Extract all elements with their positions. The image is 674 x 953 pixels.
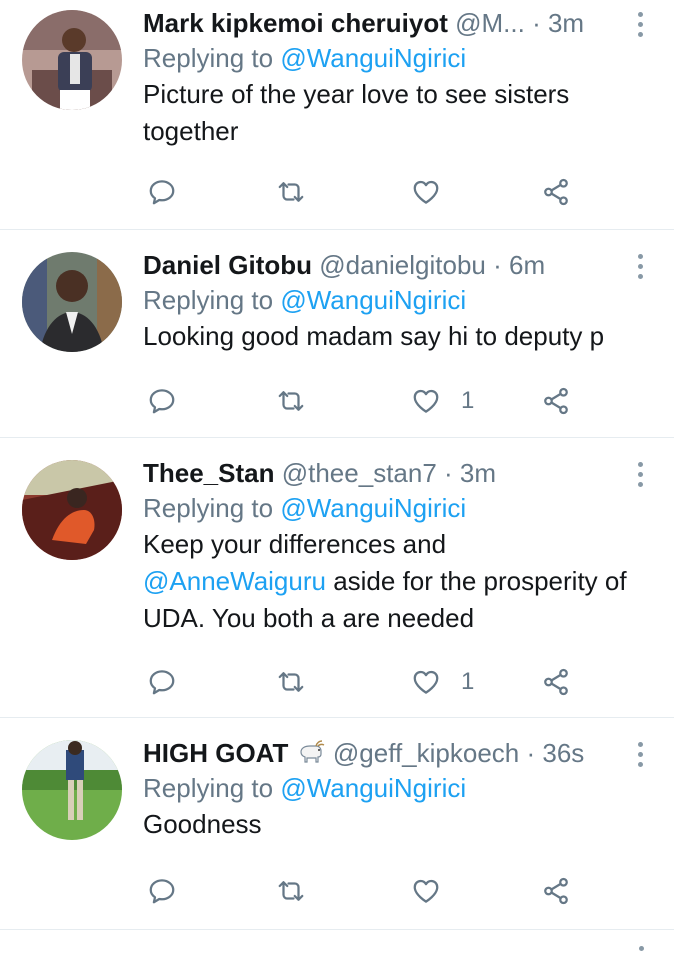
timestamp[interactable]: · 36s — [526, 738, 584, 768]
tweet-header: Daniel Gitobu @danielgitobu · 6m — [143, 248, 634, 282]
reply-icon — [149, 670, 175, 695]
like-button[interactable] — [411, 174, 461, 210]
share-button[interactable] — [541, 873, 571, 909]
avatar[interactable] — [22, 252, 122, 352]
retweet-button[interactable] — [276, 174, 326, 210]
retweet-button[interactable] — [276, 873, 326, 909]
display-name[interactable]: Mark kipkemoi cheruiyot — [143, 8, 448, 38]
tweet-reply[interactable]: HIGH GOAT @geff_kipkoech · 36s Replying … — [0, 718, 674, 930]
reply-icon — [149, 389, 175, 414]
user-handle[interactable]: @M... — [455, 8, 525, 38]
avatar[interactable] — [22, 740, 122, 840]
tweet-text: Looking good madam say hi to deputy p — [143, 321, 605, 351]
tweet-text-part: Keep your differences and — [143, 529, 447, 559]
heart-icon — [413, 879, 439, 903]
timestamp[interactable]: · 3m — [532, 8, 584, 38]
tweet-mention[interactable]: @AnneWaiguru — [143, 566, 326, 596]
retweet-button[interactable] — [276, 664, 326, 700]
like-button[interactable] — [411, 873, 461, 909]
tweet-actions: 1 — [143, 664, 603, 700]
like-count: 1 — [461, 668, 475, 695]
display-name[interactable]: Thee_Stan — [143, 458, 275, 488]
more-vertical-icon[interactable] — [639, 946, 644, 951]
goat-emoji-icon — [300, 740, 324, 763]
tweet-text: Picture of the year love to see sisters … — [143, 79, 570, 146]
share-icon — [544, 387, 568, 415]
tweet-header: Thee_Stan @thee_stan7 · 3m — [143, 456, 634, 490]
timestamp[interactable]: · 6m — [493, 250, 545, 280]
like-button[interactable]: 1 — [411, 383, 474, 419]
more-vertical-icon[interactable] — [638, 742, 644, 768]
reply-button[interactable] — [147, 873, 197, 909]
heart-icon — [413, 180, 439, 204]
like-button[interactable]: 1 — [411, 664, 474, 700]
user-handle[interactable]: @danielgitobu — [319, 250, 486, 280]
avatar[interactable] — [22, 460, 122, 560]
replying-to-label: Replying to — [143, 493, 274, 523]
display-name[interactable]: Daniel Gitobu — [143, 250, 312, 280]
avatar[interactable] — [22, 10, 122, 110]
share-button[interactable] — [541, 383, 571, 419]
next-tweet-partial[interactable] — [0, 930, 674, 953]
replying-to: Replying to @WanguiNgirici — [143, 770, 634, 806]
tweet-actions: 1 — [143, 383, 603, 419]
tweet-reply[interactable]: Thee_Stan @thee_stan7 · 3m Replying to @… — [0, 438, 674, 718]
reply-button[interactable] — [147, 174, 197, 210]
replying-to: Replying to @WanguiNgirici — [143, 40, 634, 76]
replying-to-mention[interactable]: @WanguiNgirici — [280, 43, 466, 73]
more-vertical-icon[interactable] — [638, 12, 644, 38]
more-vertical-icon[interactable] — [638, 462, 644, 488]
tweet-header: Mark kipkemoi cheruiyot @M... · 3m — [143, 6, 634, 40]
retweet-icon — [278, 182, 304, 202]
share-button[interactable] — [541, 174, 571, 210]
replying-to-mention[interactable]: @WanguiNgirici — [280, 493, 466, 523]
user-handle[interactable]: @thee_stan7 — [282, 458, 437, 488]
tweet-header: HIGH GOAT @geff_kipkoech · 36s — [143, 736, 634, 770]
replying-to-mention[interactable]: @WanguiNgirici — [280, 285, 466, 315]
heart-icon — [413, 389, 439, 413]
replying-to: Replying to @WanguiNgirici — [143, 282, 634, 318]
reply-button[interactable] — [147, 383, 197, 419]
share-icon — [544, 668, 568, 696]
tweet-text: Keep your differences and @AnneWaiguru a… — [143, 526, 638, 637]
like-count: 1 — [461, 387, 475, 414]
share-icon — [544, 877, 568, 905]
heart-icon — [413, 670, 439, 694]
tweet-actions — [143, 873, 603, 909]
share-icon — [544, 178, 568, 206]
replying-to-label: Replying to — [143, 773, 274, 803]
reply-button[interactable] — [147, 664, 197, 700]
tweet-text: Goodness — [143, 809, 262, 839]
retweet-icon — [278, 881, 304, 901]
retweet-button[interactable] — [276, 383, 326, 419]
retweet-icon — [278, 391, 304, 411]
timestamp[interactable]: · 3m — [444, 458, 496, 488]
tweet-reply[interactable]: Daniel Gitobu @danielgitobu · 6m Replyin… — [0, 230, 674, 438]
replying-to-label: Replying to — [143, 285, 274, 315]
tweet-actions — [143, 174, 603, 210]
tweet-reply[interactable]: Mark kipkemoi cheruiyot @M... · 3m Reply… — [0, 0, 674, 230]
display-name[interactable]: HIGH GOAT — [143, 738, 288, 768]
replying-to-mention[interactable]: @WanguiNgirici — [280, 773, 466, 803]
replying-to: Replying to @WanguiNgirici — [143, 490, 634, 526]
reply-icon — [149, 879, 175, 904]
reply-feed: Mark kipkemoi cheruiyot @M... · 3m Reply… — [0, 0, 674, 953]
share-button[interactable] — [541, 664, 571, 700]
replying-to-label: Replying to — [143, 43, 274, 73]
more-vertical-icon[interactable] — [638, 254, 644, 280]
retweet-icon — [278, 672, 304, 692]
user-handle[interactable]: @geff_kipkoech — [333, 738, 519, 768]
reply-icon — [149, 180, 175, 205]
